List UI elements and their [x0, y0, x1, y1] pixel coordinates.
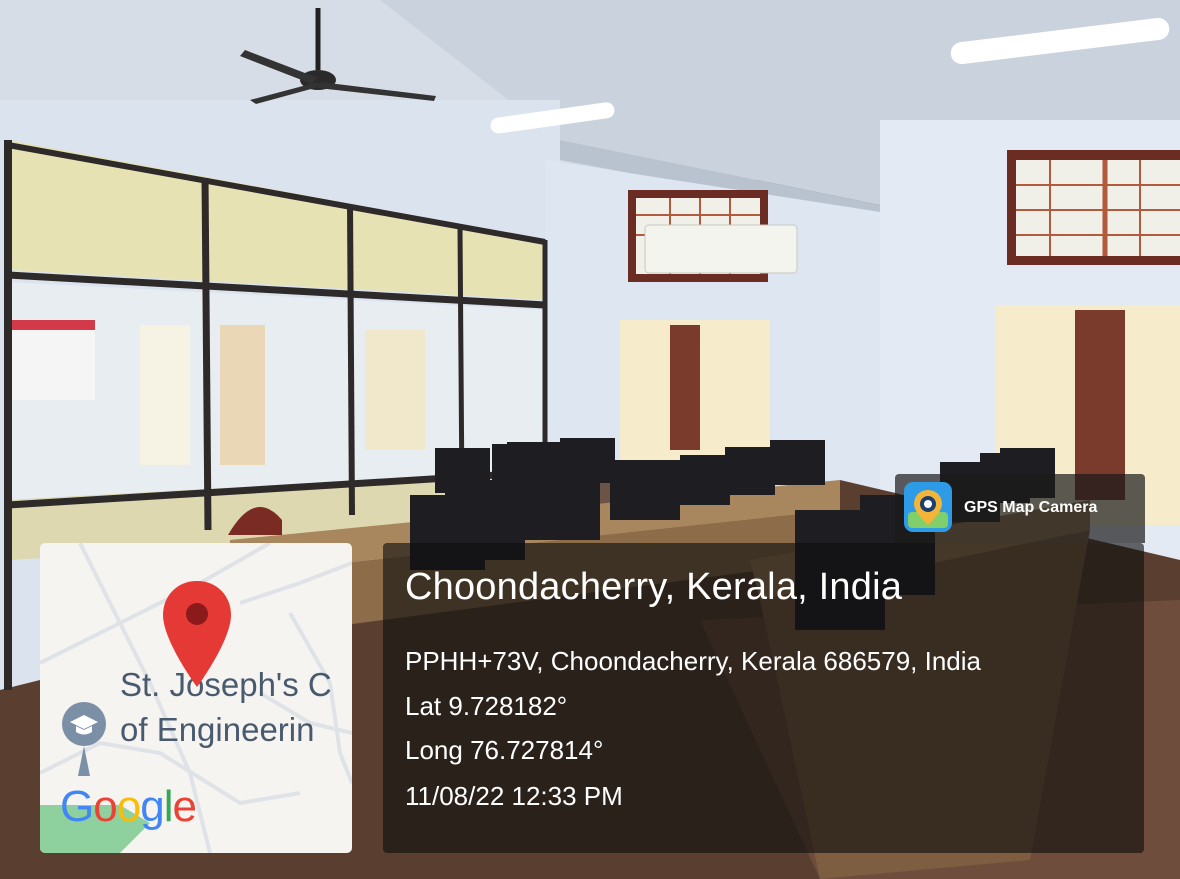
map-place-label: of Engineerin — [120, 711, 315, 748]
google-logo: Google — [60, 782, 197, 831]
address: PPHH+73V, Choondacherry, Kerala 686579, … — [405, 646, 981, 676]
latitude: Lat 9.728182° — [405, 691, 568, 721]
map-pin-camera-icon — [904, 482, 952, 532]
map-pin-icon — [163, 581, 231, 687]
high-window — [1007, 150, 1180, 265]
app-name: GPS Map Camera — [964, 499, 1098, 516]
datetime: 11/08/22 12:33 PM — [405, 781, 623, 811]
longitude: Long 76.727814° — [405, 735, 604, 765]
air-conditioner — [644, 224, 798, 274]
place-name: Choondacherry, Kerala, India — [405, 566, 903, 608]
graduation-cap-icon — [62, 702, 106, 776]
